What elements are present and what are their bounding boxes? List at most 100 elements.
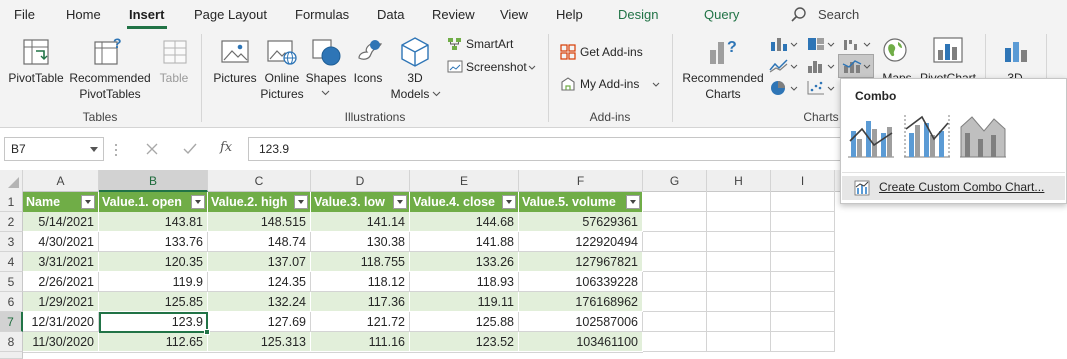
cell-high[interactable]: 148.515 [208, 212, 311, 232]
recommended-pivot-label-1[interactable]: Recommended [68, 70, 152, 86]
clustered-column-line-secondary-axis-icon[interactable] [902, 111, 952, 161]
my-addins-button[interactable]: My Add-ins [580, 77, 639, 91]
enter-icon[interactable] [183, 143, 197, 155]
empty-cell[interactable] [707, 212, 771, 232]
tab-view[interactable]: View [500, 7, 528, 22]
shapes-button[interactable]: Shapes [304, 70, 348, 86]
hierarchy-chart-icon[interactable] [806, 36, 826, 52]
formula-input[interactable]: 123.9 [248, 137, 844, 161]
cell-high[interactable]: 137.07 [208, 252, 311, 272]
cancel-icon[interactable] [146, 143, 158, 155]
row-header-9[interactable] [0, 352, 23, 359]
name-box-dropdown-icon[interactable] [90, 147, 98, 152]
column-chart-icon[interactable] [769, 36, 789, 52]
cell-low[interactable]: 121.72 [311, 312, 410, 332]
empty-cell[interactable] [643, 272, 707, 292]
empty-cell[interactable] [771, 292, 835, 312]
scatter-chart-dropdown-icon[interactable] [827, 86, 835, 92]
smartart-button[interactable]: SmartArt [466, 37, 513, 51]
cell-date[interactable]: 1/29/2021 [23, 292, 99, 312]
cell-close[interactable]: 118.93 [410, 272, 519, 292]
tab-formulas[interactable]: Formulas [295, 7, 349, 22]
recommended-pivot-label-2[interactable]: PivotTables [68, 86, 152, 102]
empty-cell[interactable] [643, 212, 707, 232]
row-header-6[interactable]: 6 [0, 292, 23, 312]
cell-low[interactable]: 111.16 [311, 332, 410, 352]
filter-dropdown-icon[interactable] [191, 195, 205, 209]
insert-function-icon[interactable]: fx [220, 140, 232, 155]
empty-cell[interactable] [707, 232, 771, 252]
cell-date[interactable]: 11/30/2020 [23, 332, 99, 352]
filter-dropdown-icon[interactable] [81, 195, 95, 209]
row-header-2[interactable]: 2 [0, 212, 23, 232]
table-button[interactable]: Table [154, 70, 194, 86]
cell-date[interactable]: 3/31/2021 [23, 252, 99, 272]
cell-open[interactable]: 133.76 [99, 232, 208, 252]
empty-cell[interactable] [643, 192, 707, 212]
cell-high[interactable]: 132.24 [208, 292, 311, 312]
pie-chart-dropdown-icon[interactable] [790, 86, 798, 92]
empty-cell[interactable] [771, 312, 835, 332]
cell-close[interactable]: 133.26 [410, 252, 519, 272]
cell-open[interactable]: 119.9 [99, 272, 208, 292]
tab-page-layout[interactable]: Page Layout [194, 7, 267, 22]
filter-dropdown-icon[interactable] [393, 195, 407, 209]
pictures-button[interactable]: Pictures [210, 70, 260, 86]
icons-button[interactable]: Icons [350, 70, 386, 86]
3d-models-dropdown-icon[interactable] [432, 91, 441, 97]
cell-close[interactable]: 125.88 [410, 312, 519, 332]
tab-data[interactable]: Data [377, 7, 404, 22]
cell-volume[interactable]: 127967821 [519, 252, 643, 272]
create-custom-combo-chart-item[interactable]: Create Custom Combo Chart... [842, 176, 1065, 200]
cell-open[interactable]: 125.85 [99, 292, 208, 312]
column-header-g[interactable]: G [643, 170, 707, 192]
empty-cell[interactable] [707, 312, 771, 332]
tab-insert[interactable]: Insert [129, 7, 164, 22]
filter-dropdown-icon[interactable] [626, 195, 640, 209]
column-header-a[interactable]: A [23, 170, 99, 192]
cell-open[interactable]: 143.81 [99, 212, 208, 232]
cell-low[interactable]: 141.14 [311, 212, 410, 232]
empty-cell[interactable] [643, 232, 707, 252]
row-header-8[interactable]: 8 [0, 332, 23, 352]
cell-low[interactable]: 117.36 [311, 292, 410, 312]
cell-volume[interactable]: 122920494 [519, 232, 643, 252]
row-header-7[interactable]: 7 [0, 312, 23, 332]
cell-close[interactable]: 123.52 [410, 332, 519, 352]
empty-cell[interactable] [643, 292, 707, 312]
column-header-i[interactable]: I [771, 170, 835, 192]
cell-low[interactable]: 118.755 [311, 252, 410, 272]
get-addins-button[interactable]: Get Add-ins [580, 45, 643, 59]
column-header-d[interactable]: D [311, 170, 410, 192]
tab-design[interactable]: Design [618, 7, 658, 22]
column-header-c[interactable]: C [208, 170, 311, 192]
cell-high[interactable]: 124.35 [208, 272, 311, 292]
clustered-column-line-icon[interactable] [846, 111, 896, 161]
name-box[interactable]: B7 [4, 137, 104, 161]
row-header-5[interactable]: 5 [0, 272, 23, 292]
empty-cell[interactable] [643, 332, 707, 352]
screenshot-dropdown-icon[interactable] [528, 65, 536, 71]
screenshot-button[interactable]: Screenshot [466, 60, 527, 74]
tab-file[interactable]: File [14, 7, 35, 22]
statistic-chart-icon[interactable] [806, 58, 826, 74]
cell-volume[interactable]: 106339228 [519, 272, 643, 292]
row-header-3[interactable]: 3 [0, 232, 23, 252]
online-pictures-label-1[interactable]: Online [260, 70, 304, 86]
empty-cell[interactable] [643, 312, 707, 332]
shapes-dropdown-icon[interactable] [321, 90, 330, 96]
empty-cell[interactable] [771, 232, 835, 252]
cell-open[interactable]: 120.35 [99, 252, 208, 272]
empty-cell[interactable] [707, 292, 771, 312]
empty-cell[interactable] [707, 192, 771, 212]
hierarchy-chart-dropdown-icon[interactable] [827, 42, 835, 48]
empty-cell[interactable] [771, 272, 835, 292]
filter-dropdown-icon[interactable] [294, 195, 308, 209]
empty-cell[interactable] [771, 192, 835, 212]
line-chart-dropdown-icon[interactable] [790, 64, 798, 70]
cell-high[interactable]: 125.313 [208, 332, 311, 352]
pie-chart-icon[interactable] [769, 80, 789, 96]
column-header-h[interactable]: H [707, 170, 771, 192]
cell-date[interactable]: 12/31/2020 [23, 312, 99, 332]
empty-cell[interactable] [771, 252, 835, 272]
